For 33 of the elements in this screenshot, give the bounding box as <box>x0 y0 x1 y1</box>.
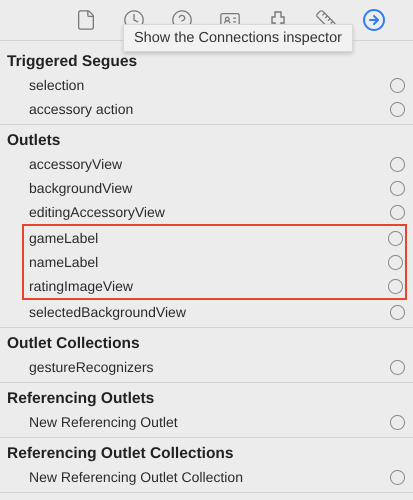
document-icon <box>75 9 97 31</box>
outlet-label: backgroundView <box>29 180 132 196</box>
connection-circle[interactable] <box>390 102 405 116</box>
connection-circle[interactable] <box>390 180 405 196</box>
section-title: Referencing Outlet Collections <box>6 444 234 464</box>
connection-circle[interactable] <box>390 360 405 374</box>
section-title: Referencing Outlets <box>6 389 154 409</box>
outlet-label: gameLabel <box>29 230 98 246</box>
outlet-label: editingAccessoryView <box>29 204 165 220</box>
outlet-label: New Referencing Outlet <box>29 414 178 430</box>
inspector-tab[interactable] <box>361 7 387 33</box>
outlet-label: nameLabel <box>29 254 98 270</box>
outlet-label: accessory action <box>29 101 134 117</box>
connection-circle[interactable] <box>390 470 405 484</box>
outlet-label: gestureRecognizers <box>29 359 154 375</box>
connection-circle[interactable] <box>388 254 403 270</box>
connection-circle[interactable] <box>390 304 405 320</box>
outlet-label: accessoryView <box>29 156 122 172</box>
outlet-label: selection <box>29 77 84 93</box>
arrow-circle-icon <box>362 8 386 32</box>
outlet-label: New Referencing Outlet Collection <box>29 469 243 485</box>
section-title: Outlets <box>6 131 60 151</box>
section-title: Triggered Segues <box>6 52 138 72</box>
connection-circle[interactable] <box>390 156 405 172</box>
connection-circle[interactable] <box>390 414 405 430</box>
connection-circle[interactable] <box>388 278 403 294</box>
connection-circle[interactable] <box>388 230 403 246</box>
tooltip: Show the Connections inspector <box>123 24 353 52</box>
outlet-label: selectedBackgroundView <box>29 304 186 320</box>
section-title: Outlet Collections <box>6 334 140 354</box>
connection-circle[interactable] <box>390 204 405 220</box>
connection-circle[interactable] <box>390 78 405 92</box>
outlet-label: ratingImageView <box>29 278 134 294</box>
